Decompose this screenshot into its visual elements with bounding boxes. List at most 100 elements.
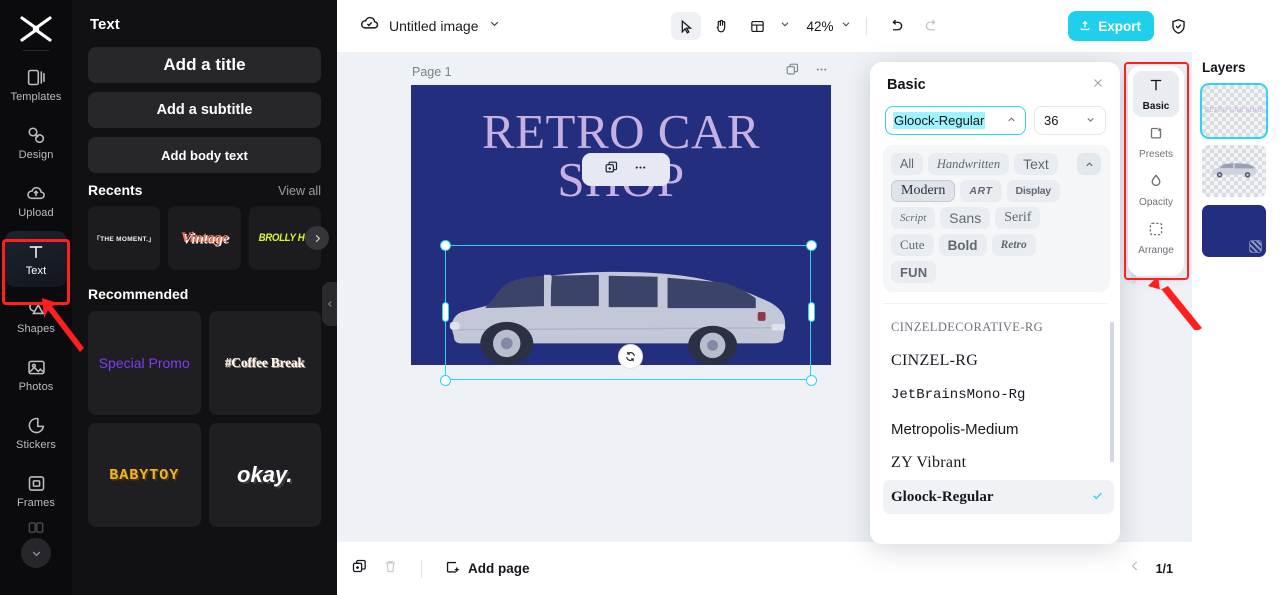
property-tab-presets[interactable]: Presets [1133,119,1179,165]
layer-item-text[interactable]: RETRO CAR SHOP [1202,85,1266,137]
resize-handle-bottom-left[interactable] [440,375,451,386]
recents-next-button[interactable] [305,226,329,250]
font-category-chip[interactable]: ART [960,180,1001,202]
sidebar-item-frames[interactable]: Frames [5,463,67,519]
duplicate-icon[interactable] [785,62,800,82]
font-list[interactable]: CINZELDECORATIVE-RG CINZEL-RG JetBrainsM… [883,310,1114,522]
font-category-chip[interactable]: Cute [891,234,934,256]
add-page-label: Add page [468,561,530,576]
sidebar-item-shapes[interactable]: Shapes [5,289,67,345]
font-list-item-selected[interactable]: Gloock-Regular [883,480,1114,514]
font-category-chip[interactable]: Script [891,207,935,229]
sidebar-item-templates[interactable]: Templates [5,57,67,113]
stickers-icon [26,415,47,436]
collapse-categories-button[interactable] [1077,153,1101,175]
recommended-item[interactable]: Special Promo [88,311,201,415]
undo-button[interactable] [881,12,911,40]
layout-tool-button[interactable] [742,12,772,40]
close-icon[interactable] [1091,76,1105,94]
property-tab-basic[interactable]: Basic [1133,71,1179,117]
design-icon [26,125,47,146]
toolbar-divider [866,17,867,35]
font-list-item[interactable]: Metropolis-Medium [883,412,1114,446]
layer-item-background[interactable] [1202,205,1266,257]
font-category-chip[interactable]: Serif [995,207,1040,229]
recommended-item[interactable]: BABYTOY [88,423,201,527]
sidebar-item-upload[interactable]: Upload [5,173,67,229]
font-name: JetBrainsMono-Rg [891,387,1025,403]
rotate-handle[interactable] [618,344,643,369]
more-dots-icon[interactable] [633,160,648,180]
zoom-level[interactable]: 42% [806,19,833,34]
zoom-chevron-down-icon[interactable] [840,17,852,35]
page-actions: Add page [337,558,530,580]
font-list-scrollbar[interactable] [1110,322,1114,462]
hand-tool-button[interactable] [706,12,736,40]
sidebar-item-photos[interactable]: Photos [5,347,67,403]
resize-handle-top-left[interactable] [440,240,451,251]
add-body-text-button[interactable]: Add body text [88,137,321,173]
font-list-item[interactable]: CINZELDECORATIVE-RG [883,310,1114,344]
font-category-chip[interactable]: All [891,153,923,175]
capcut-logo[interactable] [16,12,56,46]
chevron-up-icon [1006,114,1017,128]
add-page-button[interactable]: Add page [444,559,530,579]
collapse-panel-handle[interactable] [322,282,337,326]
trash-icon[interactable] [382,558,399,580]
select-tool-button[interactable] [670,12,700,40]
font-category-chip[interactable]: Retro [992,234,1036,256]
font-category-chip[interactable]: Sans [940,207,990,229]
font-category-chip[interactable]: Text [1014,153,1058,175]
element-context-toolbar[interactable] [582,153,670,186]
more-dots-icon[interactable] [814,62,829,82]
font-size-select[interactable]: 36 [1034,106,1106,135]
recent-text-item[interactable]: 「THE MOMENT.」 [88,206,160,270]
property-rail: Basic Presets Opacity [1128,66,1184,276]
collapse-sidebar-button[interactable] [21,538,51,568]
property-tab-arrange[interactable]: Arrange [1133,215,1179,261]
duplicate-icon[interactable] [351,558,368,580]
layer-item-car-image[interactable] [1202,145,1266,197]
font-category-chip[interactable]: Display [1007,180,1060,202]
cloud-check-icon[interactable] [359,13,380,39]
font-family-select[interactable]: Gloock-Regular [885,106,1026,135]
recents-view-all-link[interactable]: View all [278,184,321,198]
sidebar-item-stickers[interactable]: Stickers [5,405,67,461]
font-list-item[interactable]: ZY Vibrant [883,446,1114,480]
add-subtitle-button[interactable]: Add a subtitle [88,92,321,128]
recents-row: 「THE MOMENT.」 Vintage BROLLY HO [88,206,321,270]
export-button[interactable]: Export [1068,11,1154,41]
resize-handle-right[interactable] [808,302,815,322]
font-category-chip[interactable]: Bold [939,234,987,256]
prev-page-button[interactable] [1128,559,1142,578]
recommended-item[interactable]: #Coffee Break [209,311,322,415]
resize-handle-bottom-right[interactable] [806,375,817,386]
opacity-icon [1147,172,1165,195]
font-list-item[interactable]: JetBrainsMono-Rg [883,378,1114,412]
document-title[interactable]: Untitled image [389,18,479,34]
sidebar-item-design[interactable]: Design [5,115,67,171]
duplicate-icon[interactable] [604,160,619,180]
font-category-chip[interactable]: Handwritten [928,153,1009,175]
frames-icon [26,473,47,494]
sidebar-item-text[interactable]: Text [5,231,67,287]
font-category-chip-selected[interactable]: Modern [891,180,955,202]
recent-text-item[interactable]: Vintage [168,206,240,270]
layout-chevron-down-icon[interactable] [778,17,790,35]
redo-button[interactable] [917,12,947,40]
property-tab-label: Opacity [1139,197,1173,208]
resize-handle-left[interactable] [442,302,449,322]
recommended-item[interactable]: okay. [209,423,322,527]
add-title-button[interactable]: Add a title [88,47,321,83]
chip-list: All Handwritten Text Modern ART Display … [891,153,1069,283]
document-chevron-down-icon[interactable] [488,17,501,35]
font-list-item[interactable]: CINZEL-RG [883,344,1114,378]
chevron-down-icon [1085,114,1096,128]
font-category-chip[interactable]: FUN [891,261,936,283]
sidebar-item-label: Design [19,149,54,161]
resize-handle-top-right[interactable] [806,240,817,251]
property-tab-opacity[interactable]: Opacity [1133,167,1179,213]
upload-icon [1078,18,1092,35]
shield-check-icon[interactable] [1166,14,1190,38]
car-thumbnail-icon [1210,161,1258,179]
